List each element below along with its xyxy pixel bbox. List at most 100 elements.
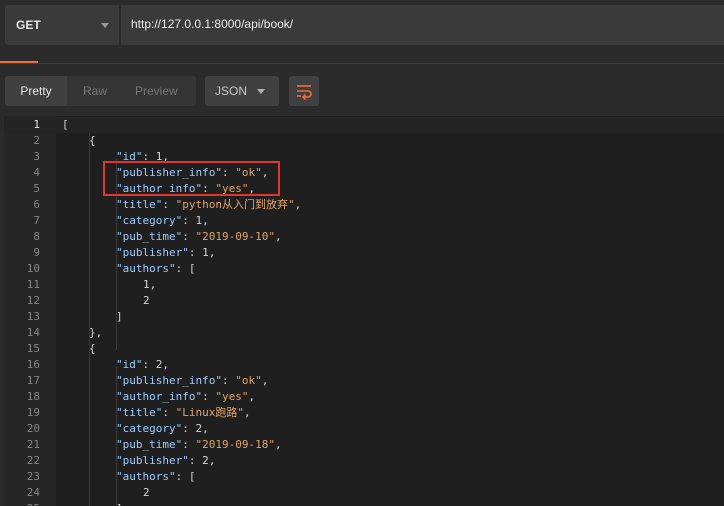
line-number: 12	[26, 294, 40, 307]
code-text: "publisher": 1,	[116, 245, 215, 261]
url-input[interactable]: http://127.0.0.1:8000/api/book/	[121, 5, 724, 45]
code-line: 20 "category": 2,	[4, 421, 724, 437]
chevron-down-icon	[257, 89, 265, 94]
request-bar: GET http://127.0.0.1:8000/api/book/	[0, 0, 724, 54]
json-num-token: 1	[202, 246, 209, 259]
pretty-view-button[interactable]: Pretty	[5, 76, 67, 106]
line-number: 1	[33, 118, 40, 131]
method-label: GET	[16, 18, 41, 32]
raw-view-button[interactable]: Raw	[83, 76, 107, 106]
json-punc-token: :	[162, 198, 176, 211]
json-punc-token: :	[221, 374, 236, 387]
line-number: 8	[33, 230, 40, 243]
json-punc-token: ,	[149, 278, 157, 291]
code-line: 19 "title": "Linux跑路",	[4, 405, 724, 421]
code-text: "authors": [	[116, 469, 195, 485]
json-punc-token: ]	[116, 310, 123, 323]
line-number: 19	[26, 406, 40, 419]
json-key-token: "publisher"	[116, 246, 189, 259]
line-number: 15	[26, 342, 40, 355]
preview-view-button[interactable]: Preview	[135, 76, 178, 106]
json-str-token: "python从入门到放弃"	[175, 198, 295, 211]
code-line: 9 "publisher": 1,	[4, 245, 724, 261]
method-select[interactable]: GET	[5, 5, 119, 45]
json-str-token: "yes"	[215, 390, 249, 403]
json-punc-token: ,	[162, 358, 169, 371]
code-text: "title": "Linux跑路",	[116, 405, 251, 421]
line-number: 21	[26, 438, 40, 451]
code-line: 6 "title": "python从入门到放弃",	[4, 197, 724, 213]
line-number: 11	[26, 278, 40, 291]
line-number: 16	[26, 358, 40, 371]
json-punc-token: {	[89, 342, 96, 355]
json-punc-token: :	[182, 422, 196, 435]
json-punc-token: ,	[202, 214, 209, 227]
code-line: 2{	[4, 133, 724, 149]
json-key-token: "category"	[116, 214, 183, 227]
json-key-token: "publisher_info"	[116, 374, 222, 387]
json-str-token: "2019-09-18"	[195, 438, 275, 451]
json-punc-token: : [	[175, 262, 196, 275]
json-key-token: "id"	[116, 358, 143, 371]
code-text: "category": 1,	[116, 213, 209, 229]
code-line: 15 {	[4, 341, 724, 357]
wrap-lines-button[interactable]	[289, 76, 319, 106]
json-punc-token: ,	[274, 438, 282, 451]
chevron-down-icon	[101, 23, 109, 28]
json-punc-token: ,	[294, 198, 302, 211]
code-text: 2	[143, 293, 150, 309]
code-text: "author_info": "yes",	[116, 389, 255, 405]
line-number: 5	[33, 182, 40, 195]
json-punc-token: :	[182, 214, 196, 227]
json-punc-token: ,	[248, 390, 256, 403]
code-line: 7 "category": 1,	[4, 213, 724, 229]
code-text: [	[62, 117, 69, 133]
json-key-token: "authors"	[116, 470, 176, 483]
code-text: "authors": [	[116, 261, 195, 277]
json-key-token: "publisher"	[116, 454, 189, 467]
json-punc-token: :	[142, 358, 156, 371]
divider	[0, 63, 724, 64]
line-number: 14	[26, 326, 40, 339]
code-text: ]	[116, 309, 123, 325]
json-punc-token: :	[202, 390, 216, 403]
line-number: 7	[33, 214, 40, 227]
code-text: "id": 2,	[116, 357, 169, 373]
json-key-token: "title"	[116, 406, 163, 419]
view-mode-group: Pretty Raw Preview	[5, 76, 196, 106]
json-punc-token: ,	[208, 454, 216, 467]
line-number: 24	[26, 486, 40, 499]
code-text: 2	[143, 485, 150, 501]
json-punc-token: ,	[261, 374, 269, 387]
json-punc-token: ,	[243, 406, 251, 419]
code-text: "publisher_info": "ok",	[116, 373, 268, 389]
json-punc-token: ,	[274, 230, 282, 243]
json-key-token: "author_info"	[116, 390, 203, 403]
line-number: 22	[26, 454, 40, 467]
code-line: 16 "id": 2,	[4, 357, 724, 373]
code-line: 1[	[4, 117, 724, 133]
code-line: 25]	[4, 501, 724, 506]
code-text: "title": "python从入门到放弃",	[116, 197, 301, 213]
code-text: "category": 2,	[116, 421, 209, 437]
code-text: "pub_time": "2019-09-18",	[116, 437, 282, 453]
json-num-token: 2	[143, 294, 150, 307]
code-text: },	[89, 325, 102, 341]
json-key-token: "title"	[116, 198, 163, 211]
json-punc-token: : [	[175, 470, 196, 483]
code-line: 21 "pub_time": "2019-09-18",	[4, 437, 724, 453]
json-punc-token: :	[182, 438, 196, 451]
json-punc-token: :	[188, 246, 203, 259]
code-line: 11 1,	[4, 277, 724, 293]
line-number: 6	[33, 198, 40, 211]
code-text: 1,	[143, 277, 156, 293]
annotation-highlight-box	[103, 161, 280, 196]
code-text: ]	[116, 501, 123, 506]
json-key-token: "pub_time"	[116, 230, 183, 243]
json-str-token: "ok"	[235, 374, 262, 387]
line-number: 4	[33, 166, 40, 179]
line-number: 20	[26, 422, 40, 435]
format-select[interactable]: JSON	[205, 76, 279, 106]
line-number: 3	[33, 150, 40, 163]
response-body-editor[interactable]: 1[2{3 "id": 1, 4 "publisher_info": "ok", 5 "a…	[4, 116, 724, 506]
